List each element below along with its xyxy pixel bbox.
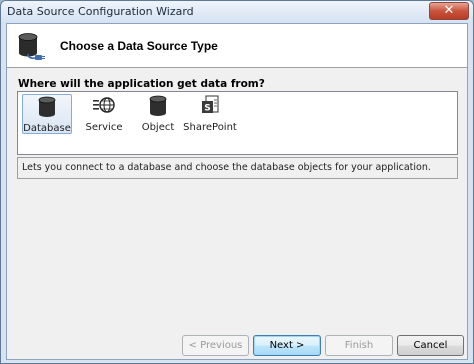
next-button[interactable]: Next > [253,335,321,356]
description-text: Lets you connect to a database and choos… [22,162,431,173]
page-title: Choose a Data Source Type [60,39,218,53]
object-icon [149,95,167,116]
wizard-window: Data Source Configuration Wizard ✕ Choos… [0,0,474,364]
type-label-sharepoint: SharePoint [183,122,237,133]
wizard-header: Choose a Data Source Type [7,24,467,68]
sharepoint-icon: S [202,95,219,114]
service-icon [93,97,115,113]
finish-button[interactable]: Finish [325,335,393,356]
window-title: Data Source Configuration Wizard [7,5,194,18]
description-panel: Lets you connect to a database and choos… [17,157,458,179]
close-button[interactable]: ✕ [429,2,469,20]
close-icon: ✕ [443,3,455,18]
title-bar[interactable]: Data Source Configuration Wizard ✕ [1,1,473,23]
type-item-service[interactable]: Service [79,94,129,134]
data-source-type-list[interactable]: Database Service Object S SharePoint [17,91,458,155]
svg-text:S: S [204,104,210,114]
type-label-database: Database [23,123,71,134]
database-icon [38,96,56,117]
cancel-button[interactable]: Cancel [397,335,464,356]
type-item-sharepoint[interactable]: S SharePoint [183,94,237,134]
type-item-database[interactable]: Database [22,94,72,134]
wizard-client-area: Choose a Data Source Type Where will the… [6,23,468,360]
previous-button[interactable]: < Previous [182,335,249,356]
source-question-label: Where will the application get data from… [18,78,265,90]
type-item-object[interactable]: Object [133,94,183,134]
database-plug-icon [18,33,45,60]
